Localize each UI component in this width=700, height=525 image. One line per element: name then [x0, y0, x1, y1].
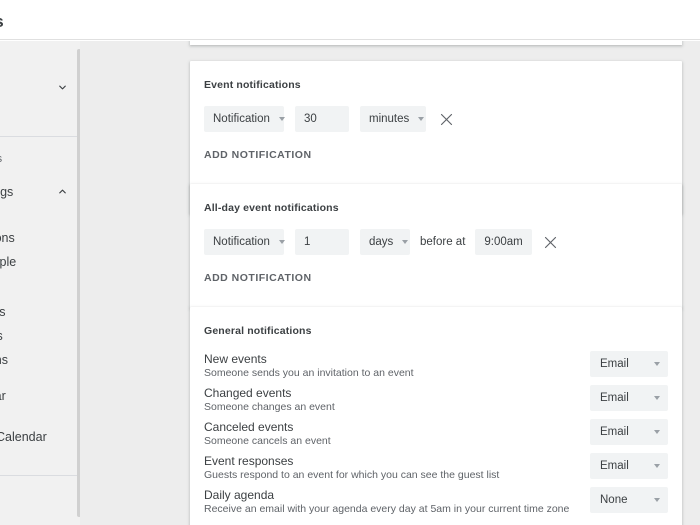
chevron-down-icon: [654, 464, 660, 468]
sidebar-item-settings-for-other-calendars[interactable]: Settings for other calendars: [0, 496, 80, 521]
card-title: Event notifications: [204, 79, 301, 91]
add-notification-button[interactable]: ADD NOTIFICATION: [204, 272, 312, 284]
notification-channel-value: Email: [600, 358, 629, 370]
notification-description: Someone sends you an invitation to an ev…: [204, 367, 414, 379]
notification-type-select[interactable]: Notification: [204, 106, 285, 132]
sidebar-item-integrate-calendar[interactable]: Integrate calendar: [0, 383, 80, 408]
notification-unit-value: days: [369, 236, 394, 248]
chevron-up-icon[interactable]: [57, 186, 68, 197]
settings-sidebar[interactable]: General Settings for my calendars Calend…: [0, 41, 80, 525]
notification-channel-select[interactable]: Email: [590, 419, 668, 445]
notification-name: Changed events: [204, 386, 292, 400]
sidebar-item-all-day-event-notifications[interactable]: All-day event notifications: [0, 323, 80, 348]
notification-description: Guests respond to an event for which you…: [204, 469, 500, 481]
notification-channel-value: None: [600, 494, 628, 506]
sidebar-item-label: All-day event notifications: [0, 329, 3, 343]
sidebar-item-general-notifications[interactable]: General notifications: [0, 347, 80, 372]
allday-event-notifications-card: All-day event notifications Notification…: [190, 184, 682, 308]
app-bar: Settings: [0, 0, 700, 40]
chevron-down-icon[interactable]: [57, 82, 68, 93]
chevron-down-icon: [278, 240, 285, 244]
sidebar-section-other-calendars: Settings for other calendars: [0, 476, 80, 524]
sidebar-item-share-with-specific-people[interactable]: Share with specific people: [0, 249, 80, 274]
chevron-down-icon: [654, 430, 660, 434]
general-notification-row: Changed events Someone changes an event …: [190, 385, 682, 420]
notification-channel-select[interactable]: Email: [590, 453, 668, 479]
sidebar-item-event-notifications[interactable]: Event notifications: [0, 299, 80, 324]
before-at-label: before at: [420, 236, 466, 248]
notification-unit-select[interactable]: minutes: [360, 106, 426, 132]
page-title: Settings: [0, 12, 4, 32]
sidebar-item-label: Integrate calendar: [0, 388, 6, 403]
notification-unit-value: minutes: [369, 113, 410, 125]
sidebar-item-label: Share with specific people: [0, 254, 17, 269]
general-notification-row: Event responses Guests respond to an eve…: [190, 453, 682, 488]
allday-notification-row: Notification 1 days before at 9:00am: [204, 229, 558, 255]
general-notification-row: Canceled events Someone cancels an event…: [190, 419, 682, 454]
sidebar-item-settings-for-my-calendars[interactable]: Settings for my calendars: [0, 146, 80, 171]
notification-description: Someone cancels an event: [204, 435, 331, 447]
chevron-down-icon: [418, 117, 425, 121]
sidebar-section-general: General: [0, 41, 80, 137]
notification-amount-value: 1: [304, 236, 311, 248]
notification-channel-select[interactable]: Email: [590, 385, 668, 411]
sidebar-item-label: Event notifications: [0, 304, 6, 319]
notification-type-value: Notification: [213, 236, 270, 248]
add-notification-button[interactable]: ADD NOTIFICATION: [204, 149, 312, 161]
previous-card-sliver: [190, 41, 682, 45]
sidebar-item-general[interactable]: General: [0, 75, 80, 100]
chevron-down-icon: [278, 117, 285, 121]
chevron-down-icon: [402, 240, 409, 244]
sidebar-item-label: Auto-accept invitations: [0, 230, 15, 245]
notification-channel-value: Email: [600, 426, 629, 438]
chevron-down-icon: [654, 396, 660, 400]
notification-name: Daily agenda: [204, 488, 275, 502]
general-notifications-card: General notifications New events Someone…: [190, 307, 682, 525]
notification-type-select[interactable]: Notification: [204, 229, 285, 255]
notification-channel-value: Email: [600, 392, 629, 404]
general-notification-row: Daily agenda Receive an email with your …: [190, 487, 682, 522]
notification-description: Someone changes an event: [204, 401, 335, 413]
notification-name: Canceled events: [204, 420, 294, 434]
card-title: General notifications: [204, 325, 312, 337]
sidebar-item-label: Settings for my calendars: [0, 153, 2, 165]
notification-time-value: 9:00am: [484, 236, 523, 248]
sidebar-item-label: Calendar settings: [0, 184, 14, 199]
chevron-down-icon: [654, 498, 660, 502]
notification-amount-value: 30: [304, 113, 317, 125]
notification-channel-select[interactable]: Email: [590, 351, 668, 377]
sidebar-item-label: Remove Calendar: [0, 429, 47, 444]
notification-amount-input[interactable]: 30: [295, 106, 349, 132]
remove-notification-icon[interactable]: [543, 235, 558, 250]
notification-type-value: Notification: [213, 113, 270, 125]
notification-amount-input[interactable]: 1: [295, 229, 349, 255]
notification-name: New events: [204, 352, 267, 366]
general-notification-row: New events Someone sends you an invitati…: [190, 351, 682, 386]
notification-channel-value: Email: [600, 460, 629, 472]
sidebar-item-auto-accept-invitations[interactable]: Auto-accept invitations: [0, 225, 80, 250]
settings-content: Event notifications Notification 30 minu…: [80, 41, 700, 525]
sidebar-item-label: General notifications: [0, 352, 8, 367]
sidebar-item-calendar-settings[interactable]: Calendar settings: [0, 179, 80, 204]
sidebar-section-calendar-settings: Settings for my calendars Calendar setti…: [0, 137, 80, 476]
notification-name: Event responses: [204, 454, 294, 468]
notification-channel-select[interactable]: None: [590, 487, 668, 513]
notification-unit-select[interactable]: days: [360, 229, 410, 255]
event-notification-row: Notification 30 minutes: [204, 106, 454, 132]
remove-notification-icon[interactable]: [439, 112, 454, 127]
notification-description: Receive an email with your agenda every …: [204, 503, 570, 515]
card-title: All-day event notifications: [204, 202, 339, 214]
settings-page: Settings General Settings for my calenda…: [0, 0, 700, 525]
sidebar-item-remove-calendar[interactable]: Remove Calendar: [0, 424, 80, 449]
chevron-down-icon: [654, 362, 660, 366]
notification-time-input[interactable]: 9:00am: [475, 229, 532, 255]
